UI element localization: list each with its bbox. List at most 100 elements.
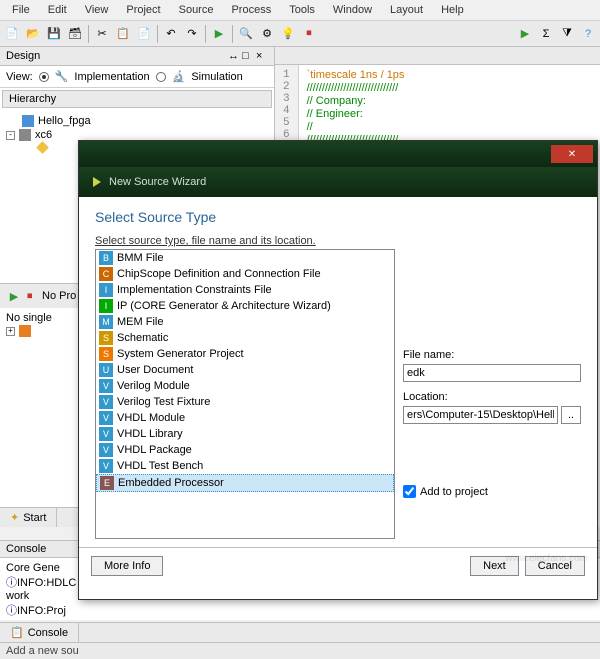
implementation-radio[interactable] [39,72,49,82]
tree-project[interactable]: Hello_fpga [6,114,268,128]
list-item[interactable]: CChipScope Definition and Connection Fil… [96,266,394,282]
list-item[interactable]: V VHDL Library [96,426,394,442]
simulation-radio[interactable] [156,72,166,82]
menu-layout[interactable]: Layout [382,2,431,18]
location-input[interactable] [403,406,558,424]
gear-icon[interactable]: ⚙ [257,24,277,44]
save-all-icon[interactable]: 🗃 [65,24,85,44]
expander-icon[interactable]: - [6,131,15,140]
file-name-input[interactable] [403,364,581,382]
source-type-list[interactable]: BBMM FileCChipScope Definition and Conne… [95,249,395,539]
redo-icon[interactable]: ↷ [182,24,202,44]
list-item-label: Implementation Constraints File [117,284,272,296]
source-type-icon: V [99,411,113,425]
source-type-icon: I [99,283,113,297]
open-icon[interactable]: 📂 [23,24,43,44]
list-item-label: Verilog Module [117,380,190,392]
list-item[interactable]: U User Document [96,362,394,378]
star-icon: ✦ [10,511,19,524]
code-content[interactable]: `timescale 1ns / 1ps ///////////////////… [299,65,413,151]
expander-icon[interactable]: + [6,327,15,336]
add-to-project-checkbox[interactable] [403,485,416,498]
hierarchy-header: Hierarchy [2,90,272,108]
dialog-titlebar[interactable]: ✕ [79,141,597,167]
source-type-icon: V [99,443,113,457]
list-item-label: BMM File [117,252,163,264]
more-info-button[interactable]: More Info [91,556,163,576]
panel-options-icon[interactable]: ↔ [228,50,240,62]
play-icon[interactable]: ▶ [209,24,229,44]
console-tab-icon: 📋 [10,626,24,639]
menu-project[interactable]: Project [118,2,168,18]
menu-file[interactable]: File [4,2,38,18]
list-item-label: IP (CORE Generator & Architecture Wizard… [117,300,331,312]
separator [205,25,206,43]
source-type-icon: U [99,363,113,377]
source-type-icon: E [100,476,114,490]
list-item-label: VHDL Module [117,412,185,424]
search-icon[interactable]: 🔍 [236,24,256,44]
stop-icon[interactable]: ⏹ [299,24,319,44]
list-item[interactable]: M MEM File [96,314,394,330]
list-item-label: System Generator Project [117,348,244,360]
new-icon[interactable]: 📄 [2,24,22,44]
browse-button[interactable]: .. [561,406,581,424]
menu-view[interactable]: View [77,2,117,18]
source-type-icon: V [99,459,113,473]
process-icon [19,325,31,337]
list-item[interactable]: VVerilog Test Fixture [96,394,394,410]
cut-icon[interactable]: ✂ [92,24,112,44]
menu-help[interactable]: Help [433,2,472,18]
bulb-icon[interactable]: 💡 [278,24,298,44]
source-type-icon: M [99,315,113,329]
implementation-label: Implementation [74,71,149,83]
panel-close-icon[interactable]: □ [242,50,254,62]
list-item[interactable]: BBMM File [96,250,394,266]
new-source-wizard-dialog: ✕ New Source Wizard Select Source Type S… [78,140,598,600]
file-name-label: File name: [403,349,581,361]
stop-process-icon[interactable]: ⏹ [27,290,39,302]
save-icon[interactable]: 💾 [44,24,64,44]
list-item[interactable]: VVHDL Test Bench [96,458,394,474]
panel-x-icon[interactable]: × [256,50,268,62]
filter-icon[interactable]: ⧩ [557,24,577,44]
menu-source[interactable]: Source [171,2,222,18]
list-item[interactable]: V VHDL Package [96,442,394,458]
console-tabs: 📋 Console [0,622,600,642]
run-process-icon[interactable]: ▶ [4,286,24,306]
source-type-icon: C [99,267,113,281]
close-button[interactable]: ✕ [551,145,593,163]
menu-process[interactable]: Process [223,2,279,18]
copy-icon[interactable]: 📋 [113,24,133,44]
run-icon[interactable]: ▶ [515,24,535,44]
source-type-icon: S [99,331,113,345]
design-title: Design [6,50,40,62]
module-icon [36,141,49,154]
paste-icon[interactable]: 📄 [134,24,154,44]
list-item-label: VHDL Package [117,444,192,456]
list-item[interactable]: SSchematic [96,330,394,346]
list-item-label: MEM File [117,316,163,328]
sigma-icon[interactable]: Σ [536,24,556,44]
wizard-arrow-icon [93,177,101,187]
undo-icon[interactable]: ↶ [161,24,181,44]
list-item-label: User Document [117,364,193,376]
list-item[interactable]: V VHDL Module [96,410,394,426]
menu-edit[interactable]: Edit [40,2,75,18]
console-tab[interactable]: 📋 Console [0,623,79,642]
source-type-icon: V [99,427,113,441]
separator [157,25,158,43]
list-item[interactable]: E Embedded Processor [96,474,394,492]
view-label: View: [6,71,33,83]
list-item[interactable]: I Implementation Constraints File [96,282,394,298]
list-item-label: Embedded Processor [118,477,224,489]
menu-window[interactable]: Window [325,2,380,18]
list-item-label: VHDL Library [117,428,183,440]
help-icon[interactable]: ? [578,24,598,44]
list-item[interactable]: IIP (CORE Generator & Architecture Wizar… [96,298,394,314]
list-item[interactable]: SSystem Generator Project [96,346,394,362]
start-tab[interactable]: ✦ Start [0,508,57,527]
separator [88,25,89,43]
list-item[interactable]: VVerilog Module [96,378,394,394]
menu-tools[interactable]: Tools [281,2,323,18]
